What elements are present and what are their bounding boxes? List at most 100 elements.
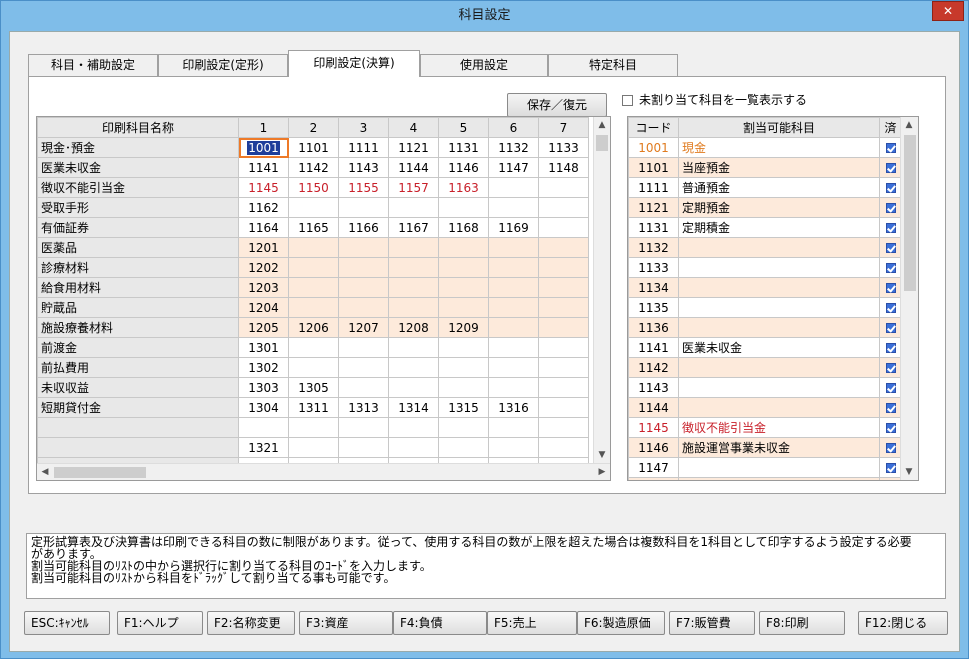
table-row[interactable]: 1144	[628, 397, 902, 418]
table-row[interactable]: 1142	[628, 357, 902, 378]
code-cell[interactable]	[538, 317, 589, 338]
table-row[interactable]: 医業未収金 1141 1142 1143 1144 1146 1147 1148	[37, 157, 589, 178]
table-row[interactable]: 前渡金 1301	[37, 337, 589, 358]
table-row[interactable]: 1133	[628, 257, 902, 278]
print-account-name[interactable]: 短期貸付金	[37, 397, 239, 418]
code-cell[interactable]	[388, 197, 439, 218]
code-cell[interactable]	[488, 257, 539, 278]
print-account-name[interactable]: 貯蔵品	[37, 297, 239, 318]
code-cell[interactable]: 1201	[238, 237, 289, 258]
code-cell[interactable]: 1111	[338, 137, 389, 158]
code-cell[interactable]	[538, 437, 589, 458]
table-row[interactable]: 1146 施設運営事業未収金	[628, 437, 902, 458]
assigned-check-cell[interactable]	[879, 297, 902, 318]
code-cell[interactable]: 1316	[488, 397, 539, 418]
code-cell[interactable]: 1313	[338, 397, 389, 418]
code-cell[interactable]: 1303	[238, 377, 289, 398]
assignable-code[interactable]: 1142	[628, 357, 679, 378]
f12-close-button[interactable]: F12:閉じる	[858, 611, 948, 635]
assignable-code[interactable]: 1001	[628, 137, 679, 158]
f8-print-button[interactable]: F8:印刷	[759, 611, 845, 635]
code-cell[interactable]	[388, 237, 439, 258]
checked-checkbox-icon[interactable]	[885, 323, 896, 333]
code-cell[interactable]	[438, 197, 489, 218]
code-cell[interactable]	[288, 357, 339, 378]
code-cell[interactable]	[438, 237, 489, 258]
print-account-name[interactable]: 医業未収金	[37, 157, 239, 178]
code-cell[interactable]: 1203	[238, 277, 289, 298]
code-cell[interactable]: 1206	[288, 317, 339, 338]
assignable-name[interactable]	[678, 477, 880, 480]
print-account-name[interactable]: 前払費用	[37, 357, 239, 378]
checked-checkbox-icon[interactable]	[885, 243, 896, 253]
checked-checkbox-icon[interactable]	[885, 363, 896, 373]
table-row[interactable]: 有価証券 1164 1165 1166 1167 1168 1169	[37, 217, 589, 238]
code-cell[interactable]	[388, 377, 439, 398]
assignable-code[interactable]: 1147	[628, 457, 679, 478]
table-row[interactable]: 現金･預金 1001 1101 1111 1121 1131 1132 1133	[37, 137, 589, 158]
table-row[interactable]: 1132	[628, 237, 902, 258]
assignable-name[interactable]: 普通預金	[678, 177, 880, 198]
table-row[interactable]: 1135	[628, 297, 902, 318]
code-cell[interactable]: 1205	[238, 317, 289, 338]
assignable-code[interactable]: 1135	[628, 297, 679, 318]
table-row[interactable]: 給食用材料 1203	[37, 277, 589, 298]
assigned-check-cell[interactable]	[879, 257, 902, 278]
code-cell[interactable]	[488, 297, 539, 318]
assignable-code[interactable]: 1132	[628, 237, 679, 258]
assignable-name[interactable]	[678, 317, 880, 338]
code-cell[interactable]	[338, 357, 389, 378]
code-cell[interactable]	[538, 337, 589, 358]
assigned-check-cell[interactable]	[879, 137, 902, 158]
code-cell[interactable]	[538, 397, 589, 418]
code-cell[interactable]: 1150	[288, 177, 339, 198]
code-cell[interactable]	[488, 277, 539, 298]
assignable-code[interactable]: 1136	[628, 317, 679, 338]
assignable-code[interactable]: 1145	[628, 417, 679, 438]
assignable-name[interactable]: 施設運営事業未収金	[678, 437, 880, 458]
code-cell[interactable]	[338, 237, 389, 258]
print-account-name[interactable]: 施設療養材料	[37, 317, 239, 338]
table-row[interactable]: 1136	[628, 317, 902, 338]
f4-liabilities-button[interactable]: F4:負債	[393, 611, 487, 635]
table-row[interactable]	[37, 417, 589, 438]
code-cell[interactable]	[488, 337, 539, 358]
tab-print-closing[interactable]: 印刷設定(決算)	[288, 50, 420, 77]
assignable-name[interactable]	[678, 457, 880, 478]
tab-usage-settings[interactable]: 使用設定	[420, 54, 548, 76]
code-cell[interactable]	[388, 437, 439, 458]
code-cell[interactable]: 1163	[438, 177, 489, 198]
code-cell[interactable]: 1305	[288, 377, 339, 398]
save-restore-button[interactable]: 保存／復元	[507, 93, 607, 117]
scroll-down-icon[interactable]: ▼	[594, 447, 610, 463]
code-cell[interactable]: 1132	[488, 137, 539, 158]
print-account-name[interactable]: 給食用材料	[37, 277, 239, 298]
assigned-check-cell[interactable]	[879, 417, 902, 438]
show-unassigned-checkbox[interactable]	[622, 95, 633, 106]
code-cell[interactable]: 1169	[488, 217, 539, 238]
checked-checkbox-icon[interactable]	[885, 303, 896, 313]
checked-checkbox-icon[interactable]	[885, 143, 896, 153]
f6-manufacturing-cost-button[interactable]: F6:製造原価	[577, 611, 665, 635]
checked-checkbox-icon[interactable]	[885, 443, 896, 453]
code-cell[interactable]	[538, 297, 589, 318]
code-cell[interactable]: 1314	[388, 397, 439, 418]
code-cell[interactable]	[288, 297, 339, 318]
code-cell[interactable]: 1321	[238, 437, 289, 458]
code-cell[interactable]	[288, 237, 339, 258]
code-cell[interactable]	[388, 277, 439, 298]
f7-sga-button[interactable]: F7:販管費	[669, 611, 755, 635]
tab-account-aux-settings[interactable]: 科目・補助設定	[28, 54, 158, 76]
code-cell[interactable]	[438, 297, 489, 318]
table-row[interactable]: 1141 医業未収金	[628, 337, 902, 358]
assignable-code[interactable]: 1143	[628, 377, 679, 398]
assignable-code[interactable]: 1144	[628, 397, 679, 418]
assignable-name[interactable]	[678, 297, 880, 318]
code-cell[interactable]	[538, 197, 589, 218]
assignable-code[interactable]: 1111	[628, 177, 679, 198]
code-cell[interactable]: 1164	[238, 217, 289, 238]
checked-checkbox-icon[interactable]	[885, 283, 896, 293]
code-cell[interactable]	[438, 337, 489, 358]
assigned-check-cell[interactable]	[879, 477, 902, 480]
code-cell[interactable]	[288, 277, 339, 298]
